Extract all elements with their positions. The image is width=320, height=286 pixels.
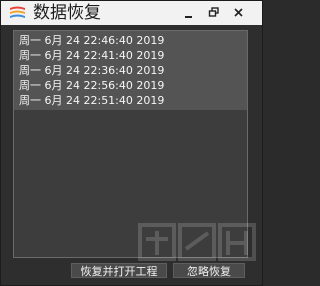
restore-button[interactable] bbox=[206, 5, 222, 21]
minimize-icon bbox=[185, 16, 192, 18]
backup-list-item[interactable]: 周一 6月 24 22:41:40 2019 bbox=[14, 48, 247, 63]
restore-and-open-button[interactable]: 恢复并打开工程 bbox=[71, 263, 167, 278]
title-bar[interactable]: 数据恢复 bbox=[1, 1, 262, 25]
watermark-logo bbox=[138, 223, 256, 261]
minimize-button[interactable] bbox=[181, 5, 197, 21]
window-title: 数据恢复 bbox=[33, 3, 101, 23]
backup-list-items: 周一 6月 24 22:46:40 2019 周一 6月 24 22:41:40… bbox=[14, 31, 247, 110]
data-recovery-window: 数据恢复 周一 6月 24 22:46:40 2019 周一 6月 24 22:… bbox=[0, 0, 263, 286]
close-button[interactable] bbox=[231, 5, 247, 21]
ignore-restore-button[interactable]: 忽略恢复 bbox=[173, 263, 245, 278]
close-icon bbox=[234, 8, 243, 17]
backup-list-item[interactable]: 周一 6月 24 22:46:40 2019 bbox=[14, 31, 247, 48]
backup-list-item[interactable]: 周一 6月 24 22:51:40 2019 bbox=[14, 93, 247, 110]
app-logo-icon bbox=[9, 5, 26, 21]
restore-icon bbox=[208, 7, 219, 17]
backup-list-item[interactable]: 周一 6月 24 22:36:40 2019 bbox=[14, 63, 247, 78]
backup-list-item[interactable]: 周一 6月 24 22:56:40 2019 bbox=[14, 78, 247, 93]
